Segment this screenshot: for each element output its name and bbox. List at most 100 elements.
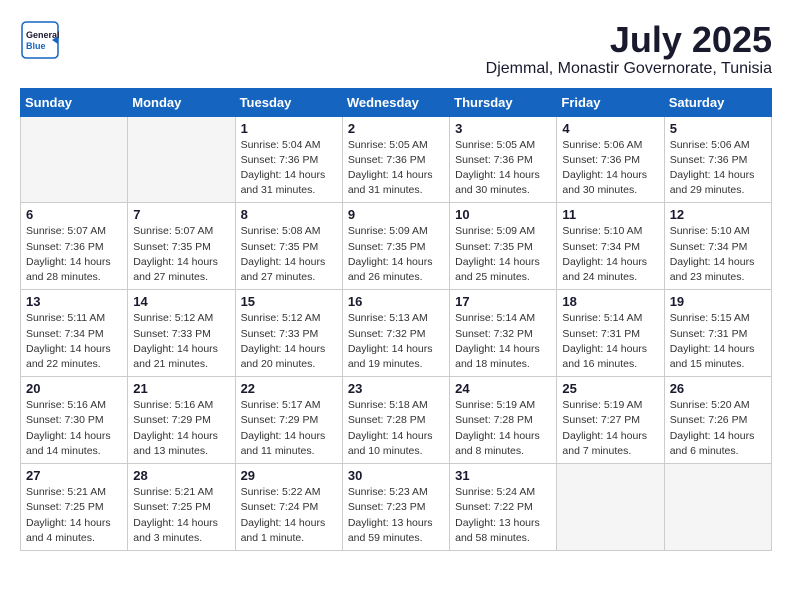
calendar-cell: 23Sunrise: 5:18 AMSunset: 7:28 PMDayligh…: [342, 377, 449, 464]
day-number: 21: [133, 381, 229, 396]
calendar-cell: 27Sunrise: 5:21 AMSunset: 7:25 PMDayligh…: [21, 464, 128, 551]
day-info: Sunrise: 5:21 AMSunset: 7:25 PMDaylight:…: [26, 485, 122, 546]
day-info: Sunrise: 5:24 AMSunset: 7:22 PMDaylight:…: [455, 485, 551, 546]
day-number: 19: [670, 294, 766, 309]
day-number: 10: [455, 207, 551, 222]
day-info: Sunrise: 5:12 AMSunset: 7:33 PMDaylight:…: [133, 311, 229, 372]
day-info: Sunrise: 5:07 AMSunset: 7:36 PMDaylight:…: [26, 224, 122, 285]
day-info: Sunrise: 5:10 AMSunset: 7:34 PMDaylight:…: [562, 224, 658, 285]
day-number: 24: [455, 381, 551, 396]
day-number: 2: [348, 121, 444, 136]
calendar-cell: [664, 464, 771, 551]
day-info: Sunrise: 5:04 AMSunset: 7:36 PMDaylight:…: [241, 138, 337, 199]
day-info: Sunrise: 5:21 AMSunset: 7:25 PMDaylight:…: [133, 485, 229, 546]
calendar-week-row: 1 Sunrise: 5:04 AMSunset: 7:36 PMDaylight…: [21, 116, 772, 203]
calendar-cell: 25 Sunrise: 5:19 AMSunset: 7:27 PMDayligh…: [557, 377, 664, 464]
calendar-cell: 10 Sunrise: 5:09 AMSunset: 7:35 PMDayligh…: [450, 203, 557, 290]
calendar-cell: 30 Sunrise: 5:23 AMSunset: 7:23 PMDayligh…: [342, 464, 449, 551]
calendar-cell: 31 Sunrise: 5:24 AMSunset: 7:22 PMDayligh…: [450, 464, 557, 551]
calendar-week-row: 6 Sunrise: 5:07 AMSunset: 7:36 PMDaylight…: [21, 203, 772, 290]
day-number: 23: [348, 381, 444, 396]
day-info: Sunrise: 5:16 AMSunset: 7:29 PMDaylight:…: [133, 398, 229, 459]
calendar-cell: 12Sunrise: 5:10 AMSunset: 7:34 PMDayligh…: [664, 203, 771, 290]
calendar-cell: [128, 116, 235, 203]
calendar-cell: 4 Sunrise: 5:06 AMSunset: 7:36 PMDaylight…: [557, 116, 664, 203]
day-number: 12: [670, 207, 766, 222]
day-number: 25: [562, 381, 658, 396]
calendar-cell: 22 Sunrise: 5:17 AMSunset: 7:29 PMDayligh…: [235, 377, 342, 464]
calendar-cell: 21 Sunrise: 5:16 AMSunset: 7:29 PMDayligh…: [128, 377, 235, 464]
calendar-cell: 11 Sunrise: 5:10 AMSunset: 7:34 PMDayligh…: [557, 203, 664, 290]
day-info: Sunrise: 5:11 AMSunset: 7:34 PMDaylight:…: [26, 311, 122, 372]
calendar-cell: 6 Sunrise: 5:07 AMSunset: 7:36 PMDaylight…: [21, 203, 128, 290]
day-number: 15: [241, 294, 337, 309]
day-info: Sunrise: 5:13 AMSunset: 7:32 PMDaylight:…: [348, 311, 444, 372]
day-number: 5: [670, 121, 766, 136]
day-number: 11: [562, 207, 658, 222]
day-number: 31: [455, 468, 551, 483]
day-number: 7: [133, 207, 229, 222]
calendar-cell: 13 Sunrise: 5:11 AMSunset: 7:34 PMDayligh…: [21, 290, 128, 377]
calendar-cell: 17Sunrise: 5:14 AMSunset: 7:32 PMDayligh…: [450, 290, 557, 377]
day-number: 4: [562, 121, 658, 136]
calendar-week-row: 20 Sunrise: 5:16 AMSunset: 7:30 PMDayligh…: [21, 377, 772, 464]
day-number: 6: [26, 207, 122, 222]
day-info: Sunrise: 5:09 AMSunset: 7:35 PMDaylight:…: [348, 224, 444, 285]
day-info: Sunrise: 5:07 AMSunset: 7:35 PMDaylight:…: [133, 224, 229, 285]
location-title: Djemmal, Monastir Governorate, Tunisia: [486, 60, 772, 78]
page-header: General Blue July 2025 Djemmal, Monastir…: [20, 20, 772, 78]
title-section: July 2025 Djemmal, Monastir Governorate,…: [486, 20, 772, 78]
day-info: Sunrise: 5:16 AMSunset: 7:30 PMDaylight:…: [26, 398, 122, 459]
weekday-header: Friday: [557, 88, 664, 116]
calendar-cell: 2Sunrise: 5:05 AMSunset: 7:36 PMDaylight…: [342, 116, 449, 203]
logo: General Blue: [20, 20, 60, 65]
day-number: 17: [455, 294, 551, 309]
weekday-header: Tuesday: [235, 88, 342, 116]
calendar-cell: 7 Sunrise: 5:07 AMSunset: 7:35 PMDaylight…: [128, 203, 235, 290]
day-info: Sunrise: 5:06 AMSunset: 7:36 PMDaylight:…: [562, 138, 658, 199]
day-info: Sunrise: 5:09 AMSunset: 7:35 PMDaylight:…: [455, 224, 551, 285]
day-number: 13: [26, 294, 122, 309]
day-info: Sunrise: 5:20 AMSunset: 7:26 PMDaylight:…: [670, 398, 766, 459]
day-info: Sunrise: 5:17 AMSunset: 7:29 PMDaylight:…: [241, 398, 337, 459]
day-number: 18: [562, 294, 658, 309]
calendar-cell: 3Sunrise: 5:05 AMSunset: 7:36 PMDaylight…: [450, 116, 557, 203]
day-info: Sunrise: 5:06 AMSunset: 7:36 PMDaylight:…: [670, 138, 766, 199]
day-number: 29: [241, 468, 337, 483]
calendar-cell: 8 Sunrise: 5:08 AMSunset: 7:35 PMDaylight…: [235, 203, 342, 290]
day-number: 16: [348, 294, 444, 309]
day-info: Sunrise: 5:08 AMSunset: 7:35 PMDaylight:…: [241, 224, 337, 285]
calendar-cell: [557, 464, 664, 551]
day-info: Sunrise: 5:14 AMSunset: 7:31 PMDaylight:…: [562, 311, 658, 372]
day-number: 20: [26, 381, 122, 396]
weekday-header: Saturday: [664, 88, 771, 116]
day-number: 8: [241, 207, 337, 222]
day-number: 22: [241, 381, 337, 396]
day-info: Sunrise: 5:19 AMSunset: 7:27 PMDaylight:…: [562, 398, 658, 459]
svg-text:Blue: Blue: [26, 41, 46, 51]
day-number: 26: [670, 381, 766, 396]
calendar-week-row: 27Sunrise: 5:21 AMSunset: 7:25 PMDayligh…: [21, 464, 772, 551]
weekday-header: Wednesday: [342, 88, 449, 116]
calendar-cell: 1 Sunrise: 5:04 AMSunset: 7:36 PMDaylight…: [235, 116, 342, 203]
weekday-header-row: SundayMondayTuesdayWednesdayThursdayFrid…: [21, 88, 772, 116]
calendar-cell: 20 Sunrise: 5:16 AMSunset: 7:30 PMDayligh…: [21, 377, 128, 464]
calendar-cell: 5 Sunrise: 5:06 AMSunset: 7:36 PMDaylight…: [664, 116, 771, 203]
calendar-cell: 18 Sunrise: 5:14 AMSunset: 7:31 PMDayligh…: [557, 290, 664, 377]
calendar-cell: 16 Sunrise: 5:13 AMSunset: 7:32 PMDayligh…: [342, 290, 449, 377]
day-number: 30: [348, 468, 444, 483]
weekday-header: Monday: [128, 88, 235, 116]
day-info: Sunrise: 5:12 AMSunset: 7:33 PMDaylight:…: [241, 311, 337, 372]
calendar-cell: 26 Sunrise: 5:20 AMSunset: 7:26 PMDayligh…: [664, 377, 771, 464]
day-number: 9: [348, 207, 444, 222]
calendar-table: SundayMondayTuesdayWednesdayThursdayFrid…: [20, 88, 772, 551]
day-number: 14: [133, 294, 229, 309]
calendar-cell: [21, 116, 128, 203]
day-info: Sunrise: 5:05 AMSunset: 7:36 PMDaylight:…: [455, 138, 551, 199]
day-info: Sunrise: 5:23 AMSunset: 7:23 PMDaylight:…: [348, 485, 444, 546]
day-info: Sunrise: 5:19 AMSunset: 7:28 PMDaylight:…: [455, 398, 551, 459]
day-number: 1: [241, 121, 337, 136]
day-info: Sunrise: 5:22 AMSunset: 7:24 PMDaylight:…: [241, 485, 337, 546]
calendar-week-row: 13 Sunrise: 5:11 AMSunset: 7:34 PMDayligh…: [21, 290, 772, 377]
calendar-cell: 24 Sunrise: 5:19 AMSunset: 7:28 PMDayligh…: [450, 377, 557, 464]
